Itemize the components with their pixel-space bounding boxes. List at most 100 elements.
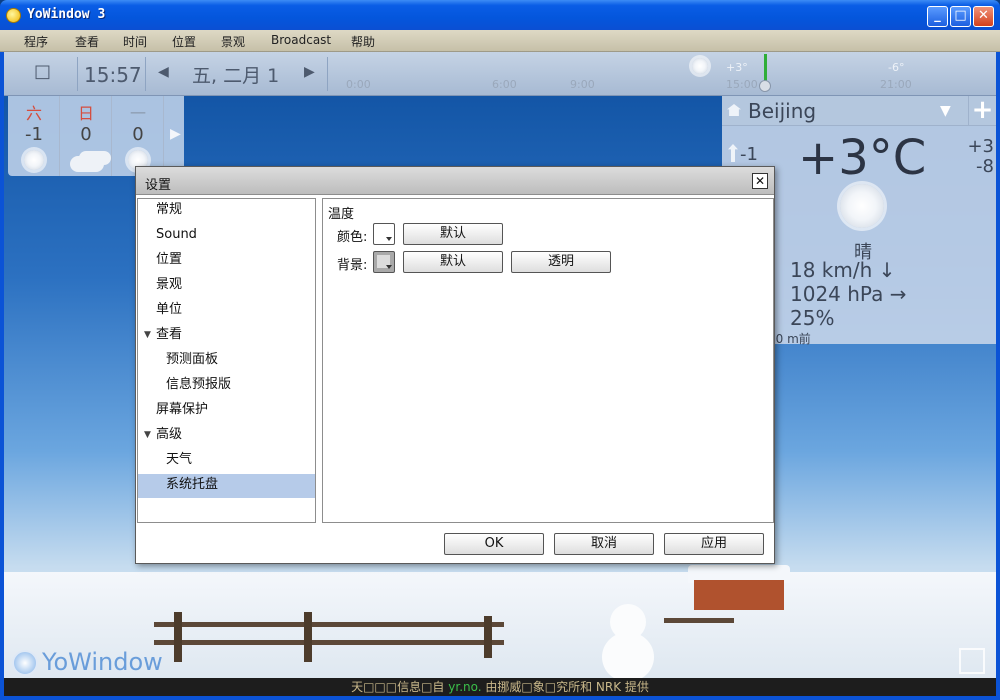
forecast-temp: 0: [80, 124, 92, 145]
menu-bar: 程序 查看 时间 位置 景观 Broadcast 帮助: [0, 30, 1000, 52]
fullscreen-icon[interactable]: [959, 648, 985, 674]
timeline-sun-icon: [692, 58, 708, 74]
tick-label: 21:00: [880, 78, 912, 91]
title-bar: YoWindow 3 _ □ ✕: [0, 0, 1000, 30]
maximize-button[interactable]: □: [950, 6, 971, 27]
clock-cell: 15:57: [78, 57, 146, 91]
current-temperature: +3°C: [798, 130, 927, 186]
forecast-panel: 六 -1 日 0 一 0 ▶: [8, 96, 184, 176]
forecast-day-name: 日: [77, 104, 94, 123]
menu-program[interactable]: 程序: [24, 33, 48, 50]
data-credits: 天□□□信息□自 yr.no. 由挪威□象□究所和 NRK 提供: [4, 678, 996, 696]
person-icon: [728, 144, 738, 162]
timeline-temp-mark: +3°: [726, 61, 748, 74]
forecast-more-button[interactable]: ▶: [170, 126, 181, 142]
tree-item-sound[interactable]: Sound: [138, 224, 315, 248]
menu-time[interactable]: 时间: [123, 33, 147, 50]
tree-item-label: 预测面板: [166, 352, 219, 367]
apply-button[interactable]: 应用: [664, 533, 764, 555]
forecast-day-name: 六: [25, 104, 42, 123]
forecast-temp: 0: [132, 124, 144, 145]
snowman-head: [610, 604, 646, 640]
time-checkbox[interactable]: □: [34, 61, 51, 82]
color-default-button[interactable]: 默认: [403, 223, 503, 245]
prev-day-button[interactable]: ◀: [158, 64, 169, 80]
expand-caret-icon[interactable]: ▼: [144, 424, 151, 446]
tree-item-weather[interactable]: 天气: [138, 449, 315, 473]
tree-item-info-board[interactable]: 信息预报版: [138, 374, 315, 398]
window-title: YoWindow 3: [27, 7, 106, 22]
menu-landscape[interactable]: 景观: [221, 33, 245, 50]
cancel-button[interactable]: 取消: [554, 533, 654, 555]
wind-label: 18 km/h ↓: [790, 258, 896, 282]
dropdown-arrow-icon: [386, 237, 392, 241]
time-slider-handle[interactable]: [759, 80, 771, 92]
cloud-icon: [70, 156, 104, 172]
dropdown-arrow-icon: [386, 265, 392, 269]
sun-icon: [840, 184, 884, 228]
minimize-button[interactable]: _: [927, 6, 948, 27]
city-name[interactable]: Beijing: [748, 99, 816, 123]
tick-label: 6:00: [492, 78, 517, 91]
tree-item-label: 位置: [156, 252, 183, 267]
clock: 15:57: [84, 63, 142, 87]
tree-item-system-tray[interactable]: 系统托盘: [138, 474, 315, 498]
menu-broadcast[interactable]: Broadcast: [271, 33, 331, 47]
time-bar: □ 15:57 ◀ 五, 二月 1 ▶ 0:00 6:00 9:00 15:00…: [4, 52, 996, 96]
tree-item-view[interactable]: ▼ 查看: [138, 324, 315, 348]
menu-view[interactable]: 查看: [75, 33, 99, 50]
tree-item-forecast-panel[interactable]: 预测面板: [138, 349, 315, 373]
city-header: Beijing ▼ +: [722, 96, 996, 126]
ok-button[interactable]: OK: [444, 533, 544, 555]
color-swatch-picker[interactable]: [373, 223, 395, 245]
window-frame-right: [996, 52, 1000, 700]
tree-item-label: 查看: [156, 327, 183, 342]
tree-item-units[interactable]: 单位: [138, 299, 315, 323]
dialog-title: 设置: [145, 178, 172, 193]
dialog-close-button[interactable]: ✕: [752, 173, 768, 189]
tree-item-general[interactable]: 常规: [138, 199, 315, 223]
background-transparent-button[interactable]: 透明: [511, 251, 611, 273]
forecast-day[interactable]: 一 0: [112, 96, 164, 176]
forecast-day[interactable]: 六 -1: [8, 96, 60, 176]
forecast-day[interactable]: 日 0: [60, 96, 112, 176]
background-swatch-picker[interactable]: [373, 251, 395, 273]
tick-label: 0:00: [346, 78, 371, 91]
tree-item-label: 高级: [156, 427, 183, 442]
fence-post: [484, 616, 492, 658]
date-label: 五, 二月 1: [192, 65, 280, 87]
next-day-button[interactable]: ▶: [304, 64, 315, 80]
expand-caret-icon[interactable]: ▼: [144, 324, 151, 346]
tree-item-label: 信息预报版: [166, 377, 232, 392]
dialog-title-bar: 设置 ✕: [136, 167, 774, 195]
city-dropdown-icon[interactable]: ▼: [940, 103, 951, 119]
menu-location[interactable]: 位置: [172, 33, 196, 50]
feels-like-temp: -1: [740, 144, 758, 165]
yr-link[interactable]: yr.no.: [448, 680, 481, 694]
settings-content: 温度 颜色: 默认 背景: 默认 透明: [322, 198, 774, 523]
sun-icon: [24, 150, 44, 170]
tree-item-location[interactable]: 位置: [138, 249, 315, 273]
tree-item-screensaver[interactable]: 屏幕保护: [138, 399, 315, 423]
settings-tree: 常规 Sound 位置 景观 单位 ▼ 查看 预测面板 信息预报版 屏幕保护 ▼…: [137, 198, 316, 523]
pressure-label: 1024 hPa →: [790, 282, 907, 306]
temperature-section-title: 温度: [328, 207, 355, 222]
yowindow-app-icon: [6, 8, 21, 23]
low-temp: -8: [976, 156, 994, 177]
menu-help[interactable]: 帮助: [351, 33, 375, 50]
yowindow-logo[interactable]: YoWindow: [42, 648, 163, 676]
tree-item-label: Sound: [156, 227, 197, 242]
tree-item-label: 景观: [156, 277, 183, 292]
timeline-divider: [326, 57, 328, 91]
tree-item-advanced[interactable]: ▼ 高级: [138, 424, 315, 448]
tree-item-landscape[interactable]: 景观: [138, 274, 315, 298]
credits-suffix: 由挪威□象□究所和 NRK 提供: [485, 680, 649, 694]
tree-item-label: 常规: [156, 202, 183, 217]
close-button[interactable]: ✕: [973, 6, 994, 27]
settings-dialog: 设置 ✕ 常规 Sound 位置 景观 单位 ▼ 查看 预测面板 信息预报版 屏…: [135, 166, 775, 564]
add-location-button[interactable]: +: [968, 96, 996, 126]
fence-post: [304, 612, 312, 662]
tree-item-label: 天气: [166, 452, 193, 467]
background-default-button[interactable]: 默认: [403, 251, 503, 273]
tree-item-label: 单位: [156, 302, 183, 317]
